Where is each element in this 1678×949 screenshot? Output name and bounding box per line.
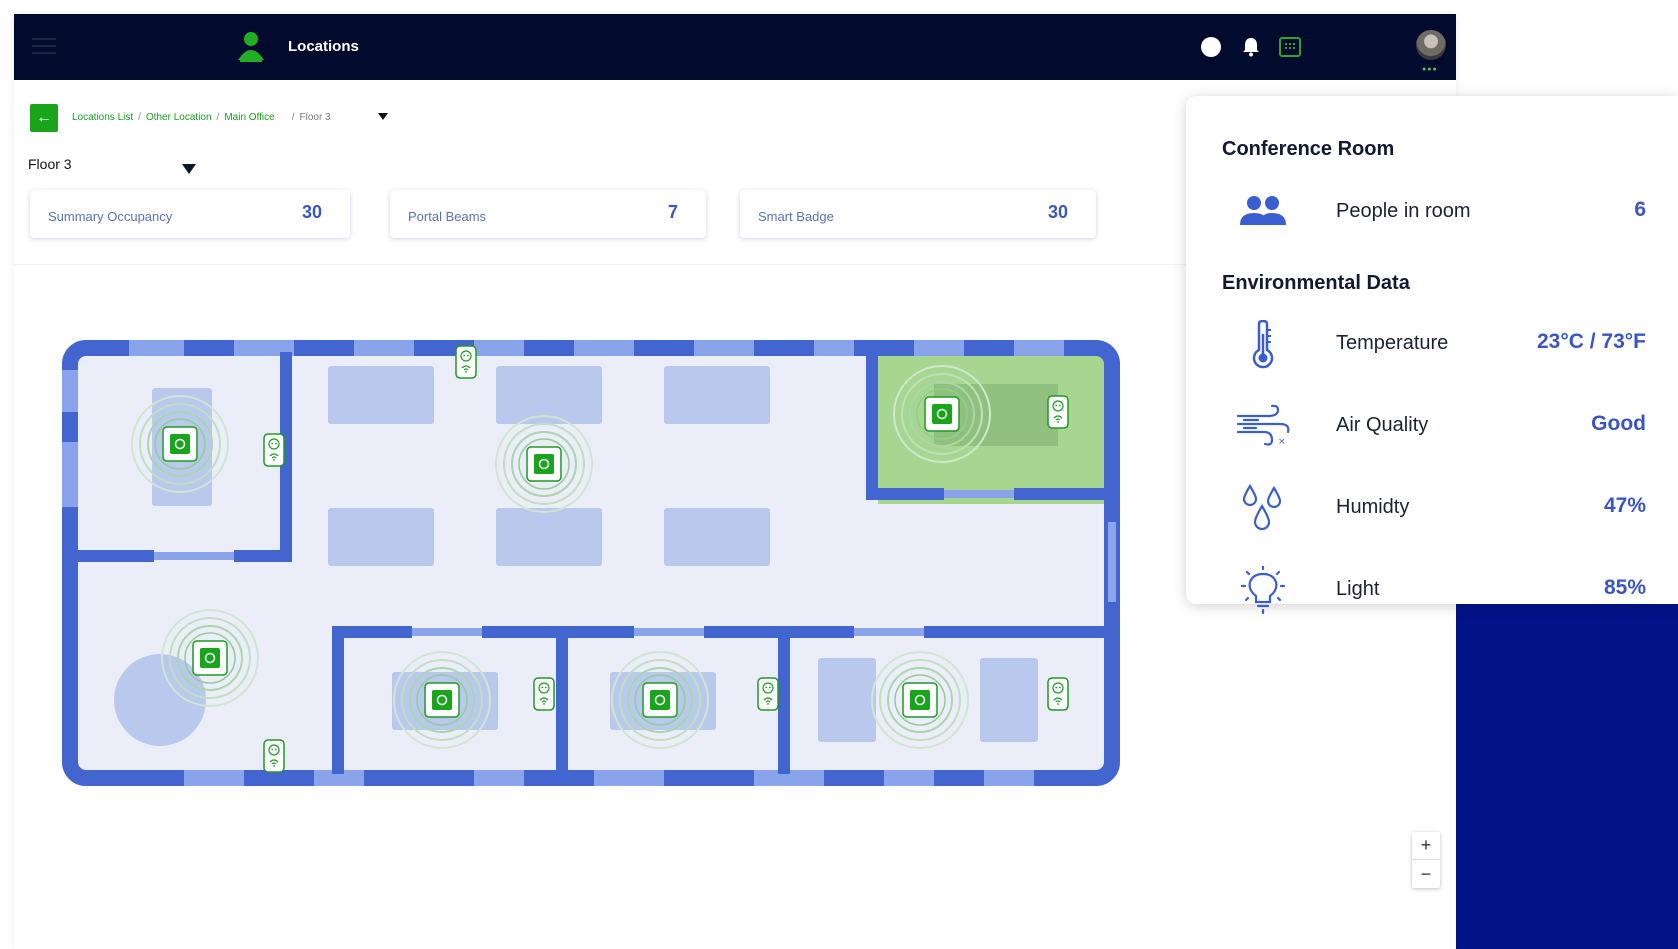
room-details-panel: Conference Room People in room 6 Environ… [1186, 96, 1678, 615]
droplets-icon [1242, 484, 1282, 531]
app-root: Locations ●●● ← Locations List / Other L… [0, 0, 1678, 949]
env-label: Air Quality [1336, 414, 1429, 436]
bell-icon[interactable] [1240, 36, 1262, 58]
env-value: 23°C / 73°F [1536, 330, 1646, 353]
stat-card-smart-badge: Smart Badge 30 [740, 190, 1096, 238]
stat-value: 7 [667, 202, 678, 222]
zoom-in-button[interactable]: + [1412, 832, 1440, 860]
room-title: Conference Room [1222, 138, 1395, 160]
menu-icon[interactable] [32, 38, 56, 54]
stat-label: Summary Occupancy [48, 209, 173, 224]
stat-label: Portal Beams [408, 209, 487, 224]
device-grid-icon[interactable] [1279, 36, 1301, 58]
stat-value: 30 [301, 202, 322, 222]
breadcrumb-locations-list[interactable]: Locations List [72, 112, 133, 123]
location-pin-logo-icon[interactable] [236, 30, 266, 64]
svg-text:×: × [1278, 437, 1286, 447]
env-label: Temperature [1336, 332, 1449, 354]
people-row: People in room 6 [1186, 182, 1678, 242]
env-row-temperature: Temperature 23°C / 73°F [1186, 314, 1678, 374]
zoom-out-button[interactable]: − [1412, 860, 1440, 888]
env-value: 85% [1603, 576, 1646, 599]
stat-label: Smart Badge [758, 209, 834, 224]
env-row-light: Light 85% [1186, 560, 1678, 620]
breadcrumb-dropdown-icon[interactable] [378, 113, 388, 120]
back-button[interactable]: ← [30, 104, 58, 132]
people-icon [1240, 196, 1286, 225]
people-label: People in room [1336, 200, 1471, 222]
env-value: Good [1591, 412, 1646, 435]
stat-card-summary-occupancy: Summary Occupancy 30 [30, 190, 350, 238]
stat-card-portal-beams: Portal Beams 7 [390, 190, 706, 238]
people-value: 6 [1634, 198, 1646, 221]
user-avatar[interactable] [1416, 30, 1446, 60]
top-navbar: Locations ●●● [14, 14, 1456, 80]
env-value: 47% [1603, 494, 1646, 517]
thermometer-icon [1252, 320, 1274, 369]
zoom-control: + − [1412, 832, 1440, 888]
env-label: Light [1336, 578, 1380, 600]
floor-dropdown-icon[interactable] [182, 164, 196, 174]
env-row-humidity: Humidty 47% [1186, 478, 1678, 538]
status-circle-icon[interactable] [1200, 36, 1222, 58]
breadcrumb-current: Floor 3 [299, 112, 331, 123]
environmental-title: Environmental Data [1222, 272, 1410, 294]
breadcrumb: Locations List / Other Location / Main O… [72, 112, 331, 123]
floor-plan-map[interactable] [54, 332, 1128, 794]
wind-icon: × [1236, 404, 1290, 447]
page-title: Locations [288, 38, 359, 55]
stat-value: 30 [1047, 202, 1068, 222]
breadcrumb-main-office[interactable]: Main Office [224, 112, 274, 123]
lightbulb-icon [1240, 566, 1286, 615]
floor-select[interactable]: Floor 3 [28, 156, 72, 172]
online-status-icon: ●●● [1422, 66, 1438, 73]
env-label: Humidty [1336, 496, 1410, 518]
breadcrumb-other-location[interactable]: Other Location [146, 112, 212, 123]
env-row-air-quality: × Air Quality Good [1186, 396, 1678, 456]
